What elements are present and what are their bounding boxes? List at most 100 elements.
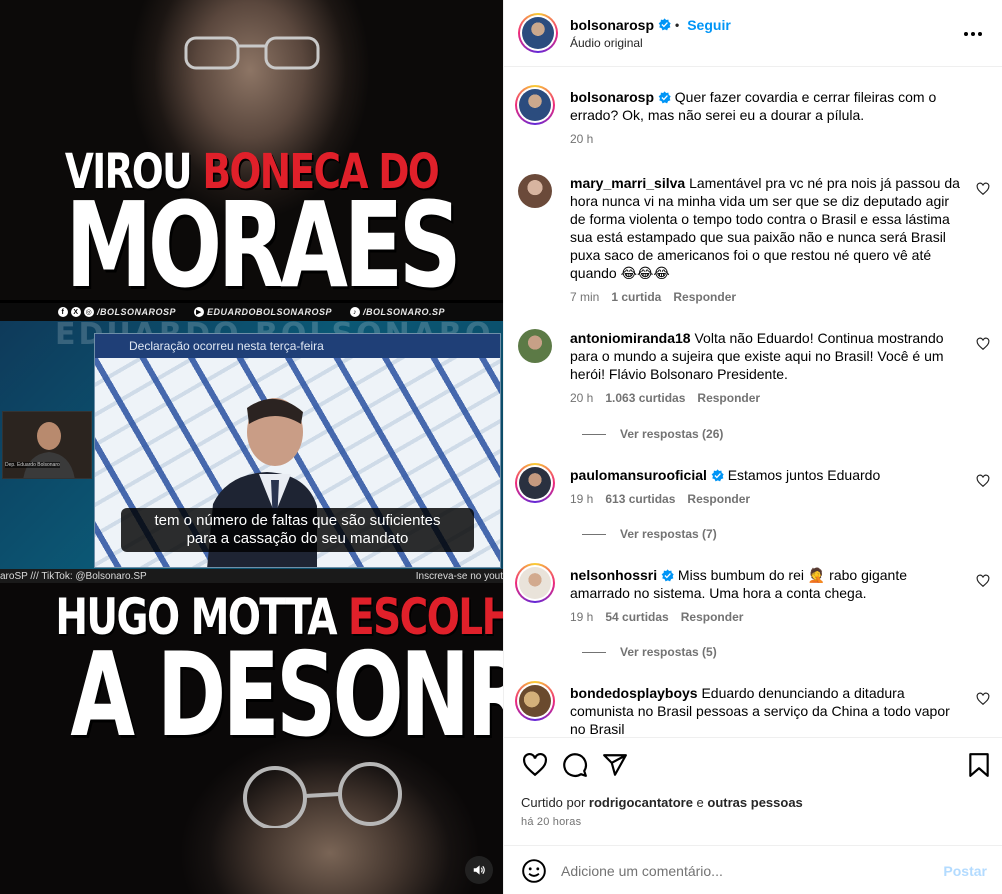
video-bar-right: Inscreva-se no yout — [415, 570, 503, 582]
add-comment-bar: Postar — [504, 845, 1002, 894]
commenter-avatar[interactable] — [518, 329, 552, 363]
view-replies-button[interactable]: Ver respostas (26) — [582, 427, 723, 441]
view-replies-label: Ver respostas (26) — [620, 427, 724, 441]
verified-badge-icon — [658, 91, 671, 104]
pip-label: Dep. Eduardo Bolsonaro — [5, 462, 60, 468]
view-replies-button[interactable]: Ver respostas (7) — [582, 527, 717, 541]
caption-avatar[interactable] — [515, 85, 555, 125]
verified-badge-icon — [661, 569, 674, 582]
headline-big-bottom: A DESONRA — [70, 628, 503, 763]
emoji-icon[interactable] — [521, 858, 547, 884]
comment-username[interactable]: paulomansurooficial — [570, 467, 707, 483]
view-replies-label: Ver respostas (7) — [620, 527, 717, 541]
glasses-graphic-bottom — [243, 762, 402, 828]
more-options-icon[interactable] — [961, 22, 985, 46]
news-lower-third: Declaração ocorreu nesta terça-feira — [95, 334, 500, 358]
comment: bondedosplayboys Eduardo denunciando a d… — [515, 681, 990, 737]
share-icon[interactable] — [602, 752, 628, 778]
audio-icon — [473, 865, 485, 875]
commenter-avatar[interactable] — [515, 563, 555, 603]
replies-divider — [582, 533, 606, 535]
author-username[interactable]: bolsonarosp — [570, 17, 654, 33]
social-strip: f X ◎ /BOLSONAROSP ▶ EDUARDOBOLSONAROSP … — [0, 303, 503, 321]
comment-username[interactable]: antoniomiranda18 — [570, 330, 691, 346]
comment: mary_marri_silva Lamentável pra vc né pr… — [518, 174, 990, 304]
view-replies-label: Ver respostas (5) — [620, 645, 717, 659]
social-handle-2: EDUARDOBOLSONAROSP — [206, 307, 332, 317]
post-time-ago[interactable]: há 20 horas — [521, 816, 581, 828]
liked-mid: e — [692, 795, 708, 810]
heart-icon[interactable] — [976, 474, 990, 488]
replies-divider — [582, 651, 606, 653]
post-side-panel: bolsonarosp • Seguir Áudio original bols… — [503, 0, 1002, 894]
social-handle-1: /BOLSONAROSP — [96, 307, 176, 317]
view-replies-button[interactable]: Ver respostas (5) — [582, 645, 717, 659]
caption-username[interactable]: bolsonarosp — [570, 89, 654, 105]
heart-icon[interactable] — [522, 752, 548, 778]
likes-summary: Curtido por rodrigocantatore e outras pe… — [521, 795, 803, 810]
audio-toggle-button[interactable] — [465, 856, 493, 884]
heart-icon[interactable] — [976, 182, 990, 196]
heart-icon[interactable] — [976, 692, 990, 706]
comment-likes[interactable]: 1.063 curtidas — [605, 391, 685, 405]
comment-likes[interactable]: 54 curtidas — [605, 610, 668, 624]
post-header: bolsonarosp • Seguir Áudio original — [504, 0, 1002, 67]
post-caption: bolsonarosp Quer fazer covardia e cerrar… — [515, 85, 988, 146]
liked-others[interactable]: outras pessoas — [707, 795, 802, 810]
liked-user[interactable]: rodrigocantatore — [589, 795, 693, 810]
reply-button[interactable]: Responder — [673, 290, 736, 304]
heart-icon[interactable] — [976, 574, 990, 588]
caption-line-2: para a cassação do seu mandato — [186, 530, 409, 547]
tiktok-icon: ♪ — [350, 307, 360, 317]
comment-input[interactable] — [561, 862, 921, 879]
comment: antoniomiranda18 Volta não Eduardo! Cont… — [518, 329, 990, 405]
commenter-avatar[interactable] — [518, 174, 552, 208]
reply-button[interactable]: Responder — [697, 391, 760, 405]
caption-line-1: tem o número de faltas que são suficient… — [154, 512, 441, 529]
comment-username[interactable]: bondedosplayboys — [570, 685, 698, 701]
post-comment-button[interactable]: Postar — [943, 863, 987, 879]
comment-text: Estamos juntos Eduardo — [727, 467, 881, 483]
liked-prefix: Curtido por — [521, 795, 589, 810]
heart-icon[interactable] — [976, 337, 990, 351]
headline-big-top: MORAES — [65, 176, 461, 314]
video-caption: tem o número de faltas que são suficient… — [121, 508, 474, 552]
comment-time[interactable]: 20 h — [570, 391, 593, 405]
caption-time[interactable]: 20 h — [570, 132, 593, 146]
youtube-icon: ▶ — [193, 307, 204, 317]
author-avatar[interactable] — [518, 13, 558, 53]
commenter-avatar[interactable] — [515, 681, 555, 721]
social-handle-3: /BOLSONARO.SP — [363, 307, 446, 317]
comment: paulomansurooficial Estamos juntos Eduar… — [515, 463, 990, 506]
replies-divider — [582, 433, 606, 435]
facebook-icon: f — [57, 307, 68, 317]
comment-time[interactable]: 7 min — [570, 290, 599, 304]
post-media[interactable]: VIROU BONECA DO MORAES f X ◎ /BOLSONAROS… — [0, 0, 503, 894]
comment-time[interactable]: 19 h — [570, 610, 593, 624]
x-icon: X — [70, 307, 81, 317]
comment-username[interactable]: mary_marri_silva — [570, 175, 685, 191]
comment: nelsonhossri Miss bumbum do rei 🤦 rabo g… — [515, 563, 990, 624]
comment-icon[interactable] — [562, 752, 588, 778]
pip-video: Dep. Eduardo Bolsonaro — [2, 411, 92, 479]
embedded-video: EDUARDO BOLSONARO Declaração ocorreu nes… — [0, 321, 503, 583]
reply-button[interactable]: Responder — [681, 610, 744, 624]
video-bar-left: aroSP /// TikTok: @Bolsonaro.SP — [0, 570, 147, 582]
save-icon[interactable] — [966, 752, 992, 778]
instagram-icon: ◎ — [83, 307, 94, 317]
comments-list[interactable]: bolsonarosp Quer fazer covardia e cerrar… — [504, 68, 1002, 737]
post-actions: Curtido por rodrigocantatore e outras pe… — [504, 737, 1002, 883]
comment-username[interactable]: nelsonhossri — [570, 567, 657, 583]
commenter-avatar[interactable] — [515, 463, 555, 503]
comment-time[interactable]: 19 h — [570, 492, 593, 506]
glasses-graphic — [184, 36, 320, 70]
audio-label[interactable]: Áudio original — [570, 36, 731, 50]
header-bullet: • — [675, 17, 680, 32]
comment-likes[interactable]: 1 curtida — [611, 290, 661, 304]
follow-button[interactable]: Seguir — [687, 17, 731, 33]
verified-badge-icon — [711, 469, 724, 482]
video-bottom-bar: aroSP /// TikTok: @Bolsonaro.SP Inscreva… — [0, 569, 503, 583]
verified-badge-icon — [658, 18, 671, 31]
reply-button[interactable]: Responder — [687, 492, 750, 506]
comment-likes[interactable]: 613 curtidas — [605, 492, 675, 506]
